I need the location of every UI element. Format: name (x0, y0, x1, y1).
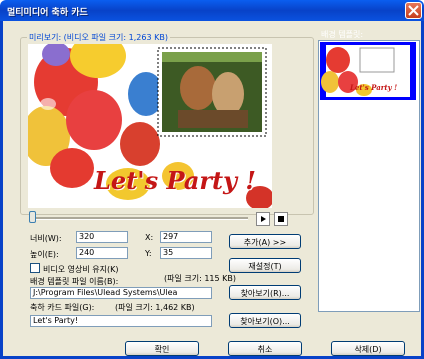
y-field[interactable]: 35 (160, 247, 212, 259)
window-title: 멀티미디어 축하 카드 (7, 8, 88, 18)
browse-template-button[interactable]: 찾아보기(R)... (229, 285, 301, 300)
card-file-field[interactable]: Let's Party! (30, 315, 212, 327)
height-field[interactable]: 240 (76, 247, 128, 259)
x-label: X: (145, 233, 154, 242)
preview-group-label: 미리보기: (비디오 파일 크기: 1,263 KB) (27, 32, 170, 43)
template-thumbnail-text: Let's Party ! (350, 83, 398, 92)
cancel-button[interactable]: 취소 (228, 341, 302, 356)
close-button[interactable] (405, 2, 422, 19)
height-label: 높이(E): (30, 250, 59, 259)
playback-track (32, 217, 248, 220)
y-label: Y: (145, 249, 152, 258)
templates-label: 배경 템플릿: (321, 30, 364, 39)
template-file-label: 배경 템플릿 파일 이름(B): (30, 277, 119, 286)
x-field[interactable]: 297 (160, 231, 212, 243)
card-title-text: Let's Party ! (94, 166, 256, 195)
playback-slider[interactable] (29, 211, 36, 223)
add-button[interactable]: 추가(A) >> (229, 234, 301, 249)
browse-card-button[interactable]: 찾아보기(O)... (229, 313, 301, 328)
title-bar[interactable]: 멀티미디어 축하 카드 (0, 0, 424, 21)
delete-button[interactable]: 삭제(D) (331, 341, 405, 356)
play-button[interactable] (256, 212, 270, 226)
template-file-path[interactable]: J:\Program Files\Ulead Systems\Ulea (30, 287, 212, 299)
stop-button[interactable] (274, 212, 288, 226)
card-file-size: (파일 크기: 1,462 KB) (115, 303, 195, 312)
template-thumbnail-selected[interactable]: Let's Party ! (320, 42, 416, 100)
template-file-size: (파일 크기: 115 KB) (164, 274, 237, 283)
play-icon (257, 216, 269, 227)
ok-button[interactable]: 확인 (125, 341, 199, 356)
reset-button[interactable]: 재설정(T) (229, 258, 301, 273)
keep-ratio-checkbox[interactable] (30, 263, 40, 273)
width-field[interactable]: 320 (76, 231, 128, 243)
keep-ratio-label: 비디오 영상비 유지(K) (43, 265, 119, 274)
dialog-window: 멀티미디어 축하 카드 미리보기: (비디오 파일 크기: 1,263 KB) (0, 0, 424, 359)
card-preview[interactable]: Let's Party ! (28, 44, 272, 208)
width-label: 너비(W): (30, 234, 62, 243)
card-file-label: 축하 카드 파일(G): (30, 303, 95, 312)
stop-icon (275, 216, 287, 227)
